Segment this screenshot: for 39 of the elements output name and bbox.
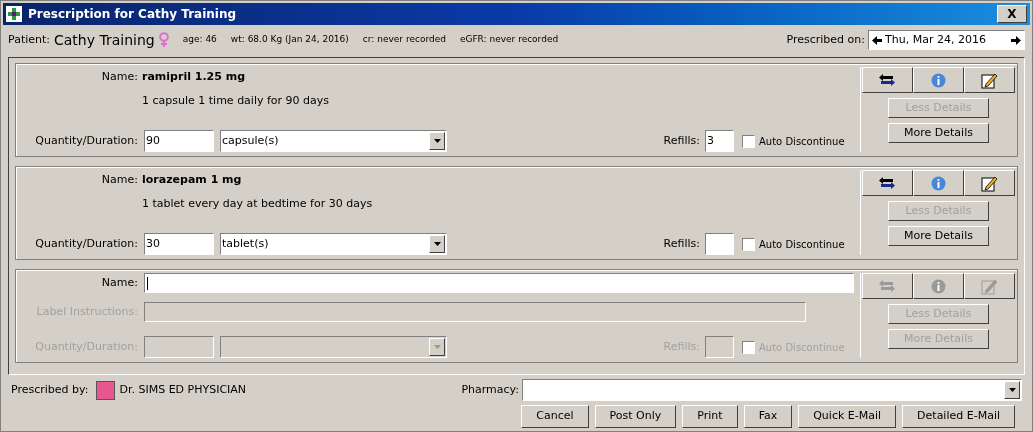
action-button[interactable]: Fax — [743, 405, 793, 428]
patient-label: Patient: — [8, 31, 50, 48]
unit-dropdown[interactable]: capsule(s) — [220, 130, 447, 152]
drug-name: lorazepam 1 mg — [142, 171, 242, 188]
patient-age: age: 46 — [182, 33, 217, 47]
refills-label: Refills: — [663, 235, 700, 252]
action-button[interactable]: Detailed E-Mail — [902, 405, 1015, 428]
quantity-label: Quantity/Duration: — [34, 235, 138, 252]
name-label: Name: — [100, 68, 138, 85]
checkbox-label: Auto Discontinue — [759, 237, 845, 252]
unit-dropdown[interactable]: tablet(s) — [220, 233, 447, 255]
quantity-field[interactable]: 30 — [144, 233, 214, 255]
name-label: Name: — [100, 274, 138, 291]
action-button[interactable]: Print — [682, 405, 738, 428]
prescribed-on-label: Prescribed on: — [786, 31, 865, 48]
refills-field[interactable]: 3 — [705, 130, 734, 152]
quantity-label: Quantity/Duration: — [34, 132, 138, 149]
dosage-instructions: 1 capsule 1 time daily for 90 days — [142, 93, 331, 109]
more-details-button[interactable]: More Details — [888, 123, 989, 143]
drug-name: ramipril 1.25 mg — [142, 68, 246, 85]
date-picker[interactable]: Thu, Mar 24, 2016 — [868, 30, 1025, 50]
close-button[interactable]: X — [997, 5, 1027, 23]
window-title: Prescription for Cathy Training — [28, 6, 237, 23]
prescriber-name: Dr. SIMS ED PHYSICIAN — [119, 381, 247, 398]
action-button[interactable]: Cancel — [521, 405, 589, 428]
creatinine-status: cr: never recorded — [362, 33, 446, 47]
quantity-field[interactable]: 90 — [144, 130, 214, 152]
dosage-instructions: 1 tablet every day at bedtime for 30 days — [142, 196, 374, 212]
patient-weight: wt: 68.0 Kg (Jan 24, 2016) — [230, 33, 349, 47]
patient-name: Cathy Training — [54, 30, 155, 50]
prescribed-by-label: Prescribed by: — [11, 381, 89, 398]
action-button[interactable]: Post Only — [594, 405, 677, 428]
name-label: Name: — [100, 171, 138, 188]
egfr-status: eGFR: never recorded — [459, 33, 559, 47]
pharmacy-label: Pharmacy: — [461, 381, 519, 398]
refills-label: Refills: — [663, 132, 700, 149]
more-details-button[interactable]: More Details — [888, 226, 989, 246]
action-button[interactable]: Quick E-Mail — [798, 405, 897, 428]
checkbox-label: Auto Discontinue — [759, 134, 845, 149]
